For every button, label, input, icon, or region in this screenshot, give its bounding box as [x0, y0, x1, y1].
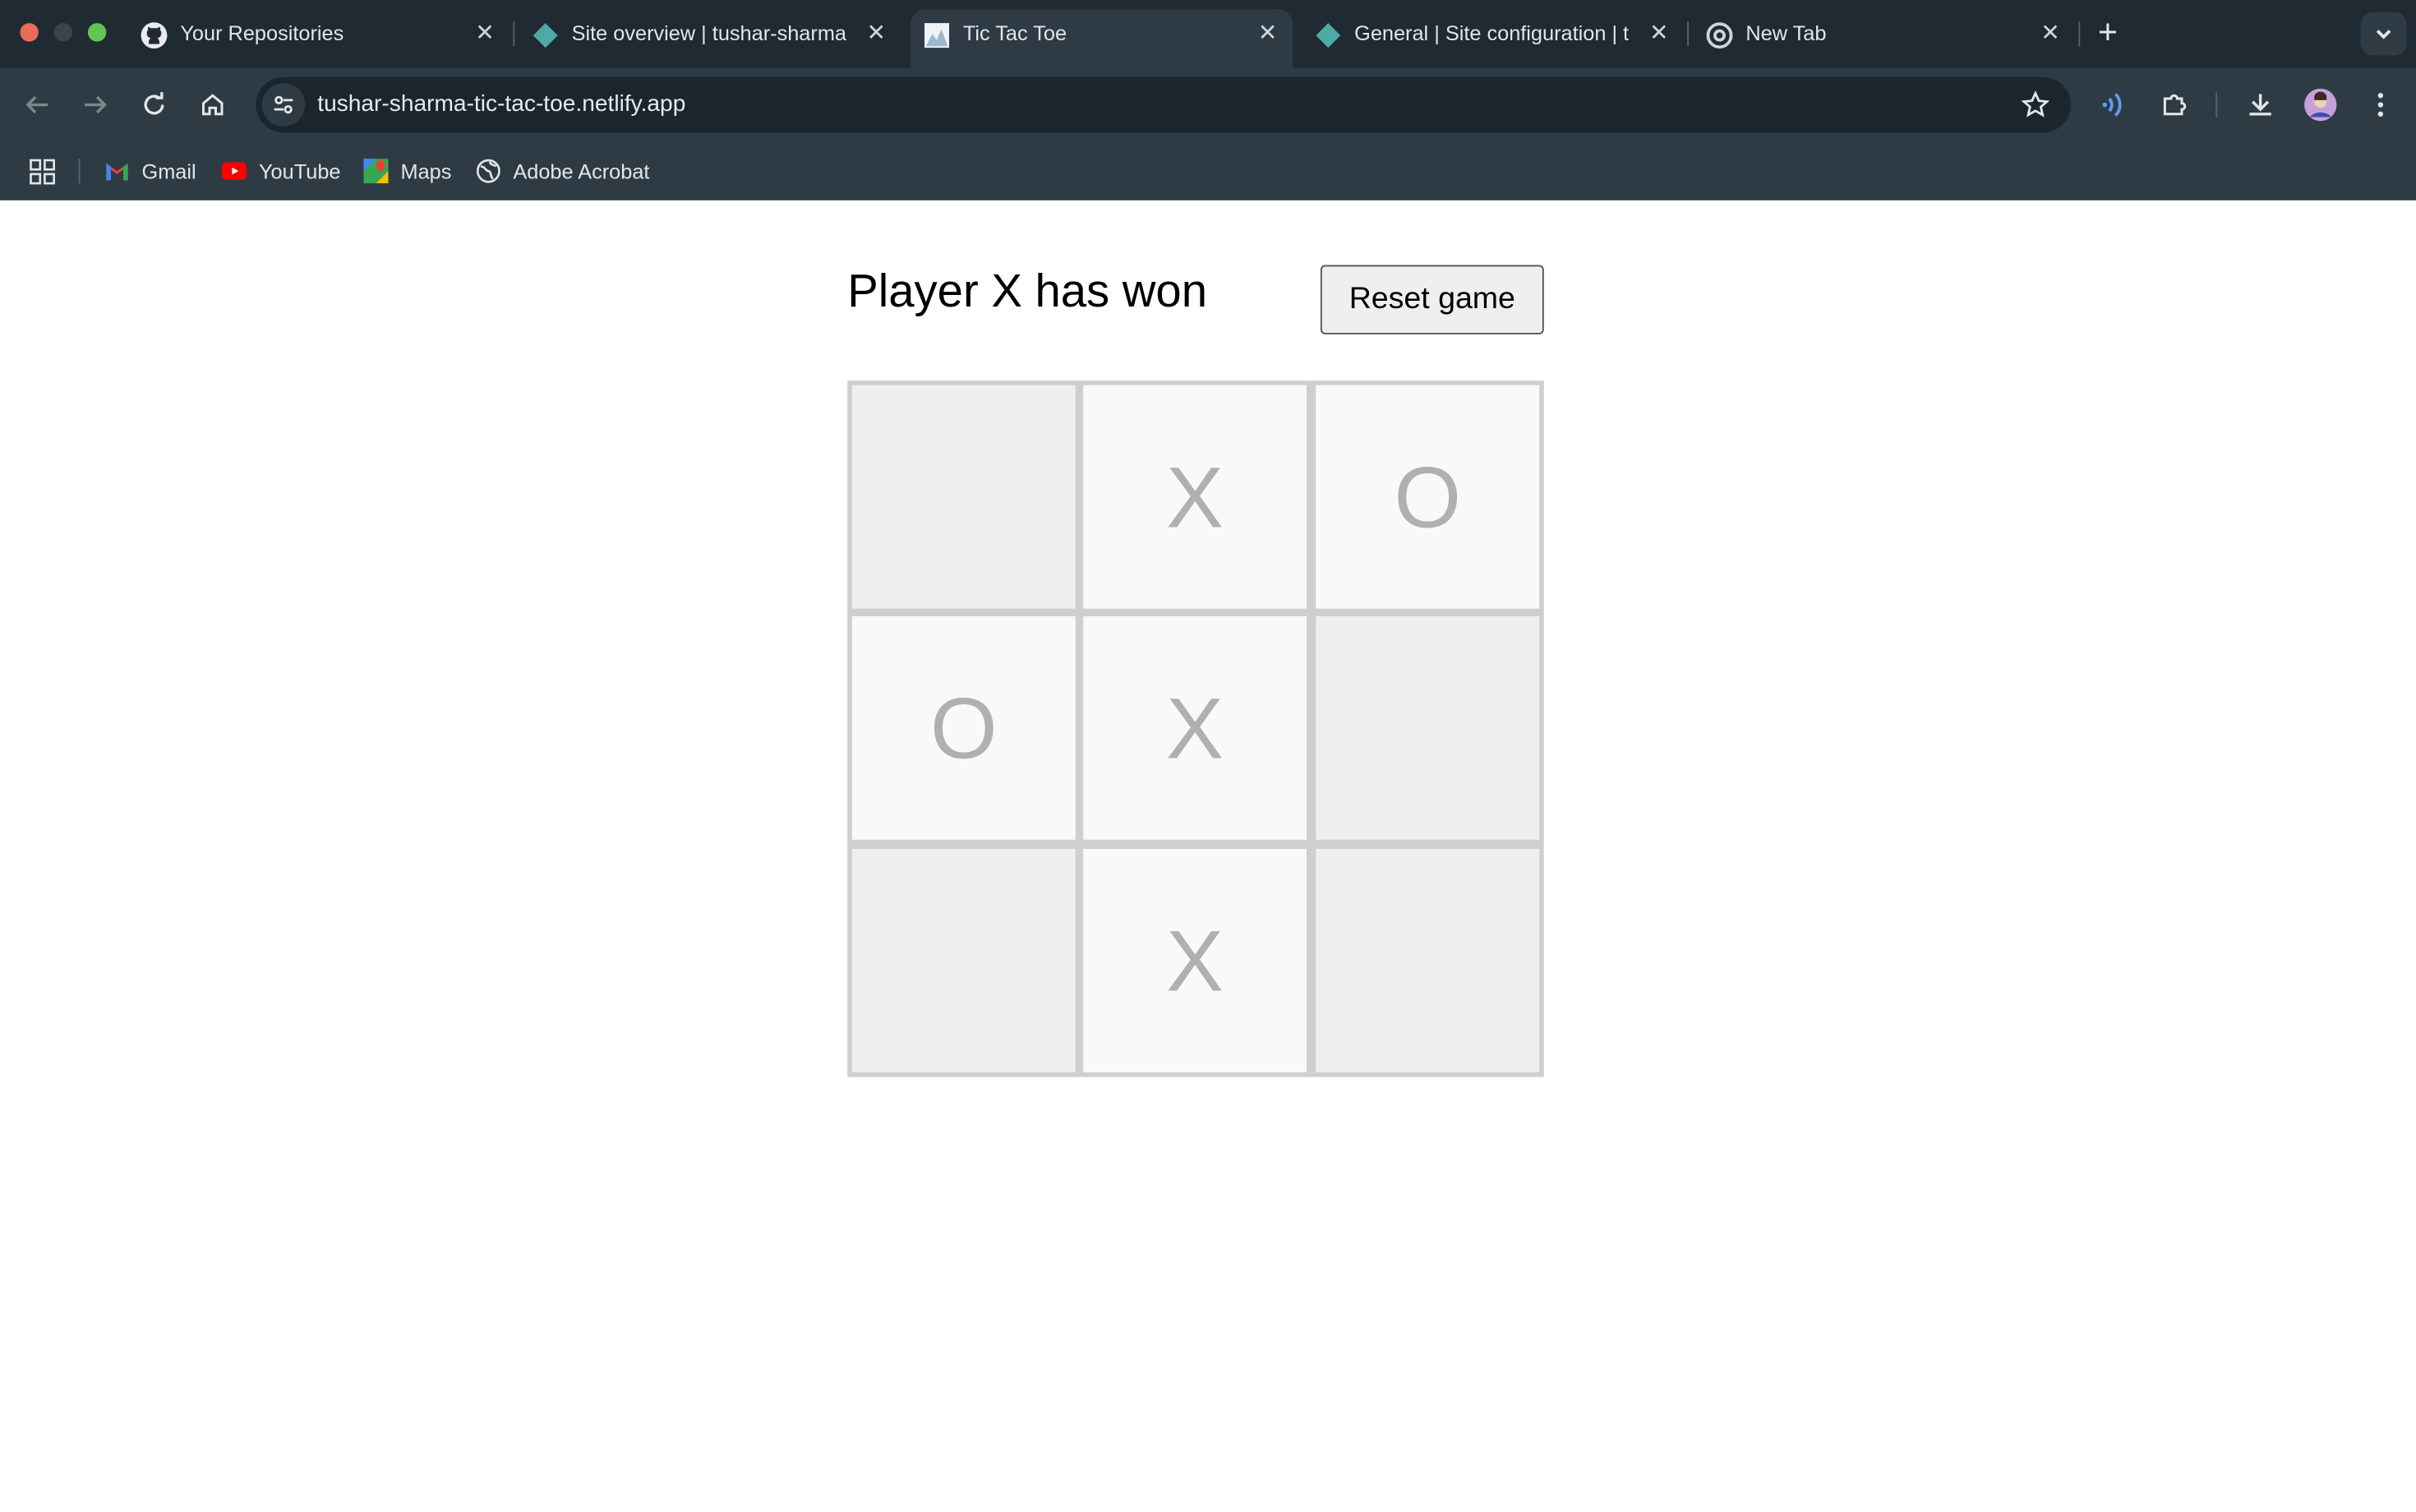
- tab-your-repositories[interactable]: Your Repositories ✕: [128, 9, 510, 58]
- bookmarks-bar: Gmail YouTube Maps Adobe Acrobat: [0, 141, 2416, 202]
- board-cell[interactable]: [1316, 849, 1540, 1072]
- minimize-window-button[interactable]: [53, 23, 73, 42]
- arrow-left-icon: [25, 95, 48, 114]
- tab-site-configuration[interactable]: General | Site configuration | t ✕: [1302, 9, 1684, 58]
- bookmark-label: Adobe Acrobat: [513, 159, 650, 183]
- reset-game-button[interactable]: Reset game: [1320, 265, 1544, 334]
- bookmark-label: Maps: [400, 159, 452, 183]
- browser-toolbar: tushar-sharma-tic-tac-toe.netlify.app: [0, 67, 2416, 142]
- home-button[interactable]: [194, 86, 231, 123]
- tab-divider: [1687, 21, 1689, 47]
- game-board: X O O X X: [847, 380, 1544, 1077]
- cell-mark: X: [1166, 679, 1224, 777]
- downloads-button[interactable]: [2242, 86, 2279, 123]
- browser-window: Your Repositories ✕ Site overview | tush…: [0, 0, 2416, 1512]
- chrome-menu-button[interactable]: [2362, 86, 2399, 123]
- apps-button[interactable]: [30, 157, 56, 185]
- board-cell[interactable]: X: [1083, 849, 1307, 1072]
- chrome-icon: [1706, 21, 1734, 49]
- bookmarks-divider: [78, 159, 81, 184]
- arrow-right-icon: [85, 95, 107, 114]
- maps-icon: [363, 159, 389, 184]
- toolbar-divider: [2215, 92, 2218, 118]
- zoom-window-button[interactable]: [87, 23, 107, 42]
- tab-divider: [2078, 21, 2081, 47]
- page-content: Player X has won Reset game X O O X X: [0, 200, 2416, 1512]
- gmail-icon: [105, 159, 130, 183]
- github-icon: [141, 21, 168, 49]
- tab-title: New Tab: [1745, 21, 1827, 45]
- star-icon: [2021, 90, 2050, 118]
- tab-divider: [513, 21, 515, 47]
- tab-strip: Your Repositories ✕ Site overview | tush…: [0, 0, 2416, 68]
- address-bar[interactable]: tushar-sharma-tic-tac-toe.netlify.app: [256, 76, 2071, 133]
- board-cell[interactable]: [851, 385, 1076, 609]
- cell-mark: X: [1166, 448, 1224, 546]
- chevron-down-icon: [2376, 30, 2391, 39]
- bookmark-star-button[interactable]: [2021, 90, 2050, 119]
- tab-title: Your Repositories: [180, 21, 344, 45]
- cell-mark: O: [1394, 448, 1462, 546]
- board-cell[interactable]: [851, 849, 1076, 1072]
- profile-avatar[interactable]: [2302, 86, 2339, 123]
- tune-icon: [274, 95, 293, 114]
- netlify-icon: [532, 21, 560, 49]
- download-icon: [2249, 94, 2271, 116]
- forward-button[interactable]: [77, 86, 114, 123]
- puzzle-icon: [2163, 94, 2187, 116]
- bookmark-label: Gmail: [141, 159, 196, 183]
- bookmark-gmail[interactable]: Gmail: [105, 157, 196, 185]
- bookmark-label: YouTube: [259, 159, 341, 183]
- board-cell[interactable]: X: [1083, 385, 1307, 609]
- bookmark-maps[interactable]: Maps: [363, 157, 452, 185]
- board-cell[interactable]: O: [1316, 385, 1540, 609]
- more-vertical-icon: [2377, 93, 2384, 117]
- board-cell[interactable]: O: [851, 616, 1076, 840]
- tab-search-button[interactable]: [2360, 12, 2407, 56]
- reload-button[interactable]: [136, 86, 173, 123]
- site-info-button[interactable]: [261, 83, 306, 127]
- tab-close-icon[interactable]: ✕: [1649, 20, 1669, 48]
- globe-icon: [476, 159, 500, 183]
- home-icon: [202, 94, 224, 116]
- tab-new-tab[interactable]: New Tab ✕: [1694, 9, 2076, 58]
- tab-close-icon[interactable]: ✕: [867, 20, 887, 48]
- tab-close-icon[interactable]: ✕: [1258, 20, 1278, 48]
- reload-icon: [144, 92, 164, 115]
- page-icon: [923, 21, 951, 49]
- board-cell[interactable]: [1316, 616, 1540, 840]
- extensions-button[interactable]: [2155, 86, 2192, 123]
- tab-title: General | Site configuration | t: [1354, 21, 1629, 45]
- board-cell[interactable]: X: [1083, 616, 1307, 840]
- tab-close-icon[interactable]: ✕: [475, 20, 495, 48]
- read-aloud-button[interactable]: [2094, 86, 2131, 123]
- url-text[interactable]: tushar-sharma-tic-tac-toe.netlify.app: [317, 92, 685, 118]
- close-window-button[interactable]: [20, 23, 39, 42]
- tab-title: Tic Tac Toe: [962, 21, 1067, 45]
- netlify-icon: [1314, 21, 1342, 49]
- back-button[interactable]: [19, 86, 56, 123]
- cell-mark: X: [1166, 912, 1224, 1010]
- bookmark-youtube[interactable]: YouTube: [222, 157, 340, 185]
- tab-site-overview[interactable]: Site overview | tushar-sharma ✕: [519, 9, 901, 58]
- new-tab-button[interactable]: +: [2092, 13, 2123, 51]
- avatar-icon: [2304, 88, 2337, 122]
- youtube-icon: [222, 159, 247, 183]
- bookmark-adobe-acrobat[interactable]: Adobe Acrobat: [476, 157, 649, 185]
- tab-title: Site overview | tushar-sharma: [571, 21, 846, 45]
- game-status: Player X has won: [847, 266, 1207, 318]
- sound-waves-icon: [2102, 93, 2122, 117]
- tab-tic-tac-toe[interactable]: Tic Tac Toe ✕: [911, 9, 1293, 68]
- tab-close-icon[interactable]: ✕: [2040, 20, 2060, 48]
- apps-grid-icon: [30, 158, 55, 184]
- cell-mark: O: [929, 679, 998, 777]
